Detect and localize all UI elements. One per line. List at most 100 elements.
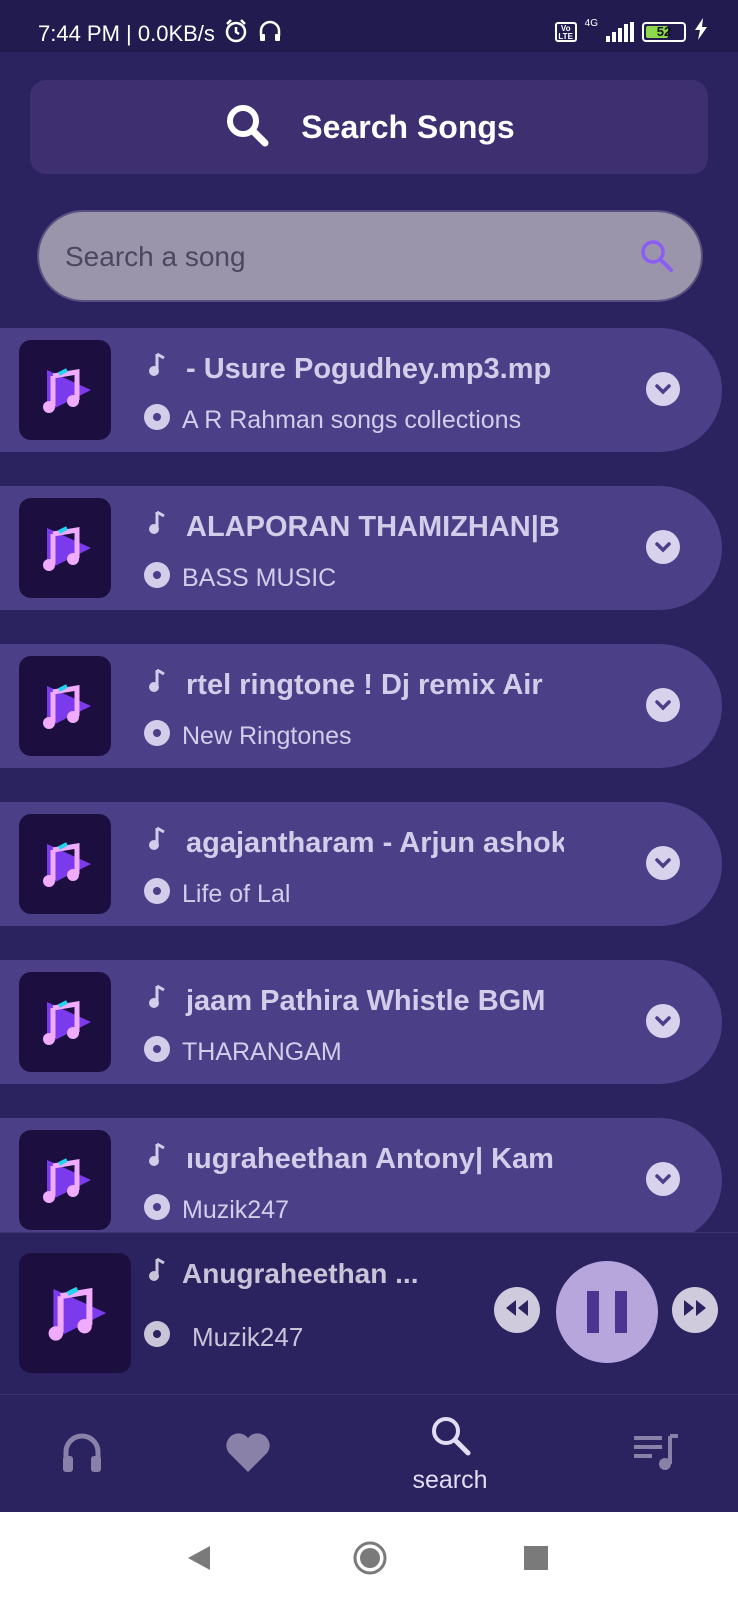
song-album: New Ringtones (144, 720, 352, 753)
chevron-down-icon[interactable] (646, 1004, 680, 1038)
system-nav-bar (0, 1512, 738, 1600)
mini-player[interactable]: Anugraheethan ... Muzik247 (0, 1232, 738, 1394)
music-note-icon (148, 826, 166, 860)
list-item[interactable]: ALAPORAN THAMIZHAN|B BASS MUSIC (0, 486, 722, 610)
recents-icon[interactable] (524, 1546, 548, 1575)
header-card: Search Songs (30, 80, 708, 174)
song-title-text: - Usure Pogudhey.mp3.mp (186, 352, 552, 385)
search-icon[interactable] (637, 236, 677, 281)
charging-icon (694, 18, 708, 45)
album-art (19, 1130, 111, 1230)
alarm-icon (223, 18, 249, 50)
song-album-text: A R Rahman songs collections (182, 406, 522, 434)
player-album: Muzik247 (144, 1321, 303, 1354)
status-right: Vo LTE 4G 52 (554, 18, 708, 45)
back-icon[interactable] (186, 1544, 212, 1577)
chevron-down-icon[interactable] (646, 688, 680, 722)
nav-playlist[interactable] (628, 1395, 684, 1513)
song-title-text: ALAPORAN THAMIZHAN|B (186, 510, 560, 543)
song-title: rtel ringtone ! Dj remix Air (148, 666, 564, 704)
headphones-icon (58, 1428, 106, 1481)
network-type: 4G (584, 18, 598, 29)
song-album-text: Life of Lal (182, 880, 291, 908)
battery-icon: 52 (642, 21, 686, 42)
pause-icon-bar (587, 1291, 599, 1333)
album-art (19, 656, 111, 756)
song-title: ıugraheethan Antony| Kam (148, 1140, 564, 1178)
player-album-art (19, 1253, 131, 1373)
disc-icon (144, 404, 170, 437)
song-title: - Usure Pogudhey.mp3.mp (148, 350, 564, 388)
list-item[interactable]: ıugraheethan Antony| Kam Muzik247 (0, 1118, 722, 1232)
player-title: Anugraheethan ... (148, 1257, 418, 1290)
album-art (19, 814, 111, 914)
disc-icon (144, 720, 170, 753)
music-note-icon (148, 1142, 166, 1176)
list-item[interactable]: agajantharam - Arjun ashok Life of Lal (0, 802, 722, 926)
player-album-text: Muzik247 (192, 1322, 304, 1352)
song-list[interactable]: - Usure Pogudhey.mp3.mp A R Rahman songs… (0, 320, 738, 1232)
song-album-text: BASS MUSIC (182, 564, 337, 592)
search-nav-icon (428, 1413, 472, 1462)
heart-icon (224, 1430, 272, 1479)
playlist-icon (632, 1432, 680, 1477)
music-note-icon (148, 352, 166, 386)
chevron-down-icon[interactable] (646, 530, 680, 564)
disc-icon (144, 1194, 170, 1227)
search-box[interactable] (37, 210, 703, 302)
music-note-icon (148, 1257, 166, 1290)
search-input[interactable] (65, 232, 625, 282)
music-note-icon (148, 984, 166, 1018)
search-header-icon (223, 101, 271, 154)
fast-forward-button[interactable] (672, 1287, 718, 1333)
rewind-button[interactable] (494, 1287, 540, 1333)
home-icon[interactable] (352, 1540, 388, 1581)
music-note-icon (148, 510, 166, 544)
song-title: jaam Pathira Whistle BGM (148, 982, 564, 1020)
battery-percent: 52 (656, 23, 672, 39)
status-left: 7:44 PM | 0.0KB/s (38, 18, 283, 50)
nav-favorites[interactable] (216, 1395, 280, 1513)
nav-search-label: search (412, 1466, 488, 1494)
album-art (19, 340, 111, 440)
list-item[interactable]: - Usure Pogudhey.mp3.mp A R Rahman songs… (0, 328, 722, 452)
disc-icon (144, 1321, 170, 1354)
song-album: THARANGAM (144, 1036, 342, 1069)
nav-headphones[interactable] (50, 1395, 114, 1513)
headphones-status-icon (257, 18, 283, 50)
song-album-text: Muzik247 (182, 1196, 289, 1224)
disc-icon (144, 1036, 170, 1069)
song-title: agajantharam - Arjun ashok (148, 824, 564, 862)
pause-button[interactable] (556, 1261, 658, 1363)
volte-icon: Vo LTE (554, 21, 577, 42)
chevron-down-icon[interactable] (646, 372, 680, 406)
page-title: Search Songs (301, 108, 515, 145)
signal-icon (606, 21, 634, 42)
disc-icon (144, 878, 170, 911)
song-title: ALAPORAN THAMIZHAN|B (148, 508, 564, 546)
song-album-text: THARANGAM (182, 1038, 342, 1066)
song-title-text: rtel ringtone ! Dj remix Air (186, 668, 543, 701)
song-album: BASS MUSIC (144, 562, 336, 595)
list-item[interactable]: jaam Pathira Whistle BGM THARANGAM (0, 960, 722, 1084)
song-title-text: agajantharam - Arjun ashok (186, 826, 564, 859)
status-time: 7:44 PM | 0.0KB/s (38, 21, 215, 46)
disc-icon (144, 562, 170, 595)
nav-search[interactable]: search (390, 1395, 510, 1513)
song-album: Muzik247 (144, 1194, 289, 1227)
song-title-text: ıugraheethan Antony| Kam (186, 1142, 554, 1175)
music-note-icon (148, 668, 166, 702)
pause-icon-bar (615, 1291, 627, 1333)
song-title-text: jaam Pathira Whistle BGM (186, 984, 546, 1017)
album-art (19, 972, 111, 1072)
song-album: A R Rahman songs collections (144, 404, 521, 437)
song-album-text: New Ringtones (182, 722, 352, 750)
chevron-down-icon[interactable] (646, 1162, 680, 1196)
song-album: Life of Lal (144, 878, 290, 911)
status-bar: 7:44 PM | 0.0KB/s Vo LTE 4G 52 (0, 0, 738, 52)
rewind-icon (504, 1299, 530, 1322)
player-title-text: Anugraheethan ... (182, 1257, 419, 1289)
album-art (19, 498, 111, 598)
list-item[interactable]: rtel ringtone ! Dj remix Air New Rington… (0, 644, 722, 768)
chevron-down-icon[interactable] (646, 846, 680, 880)
